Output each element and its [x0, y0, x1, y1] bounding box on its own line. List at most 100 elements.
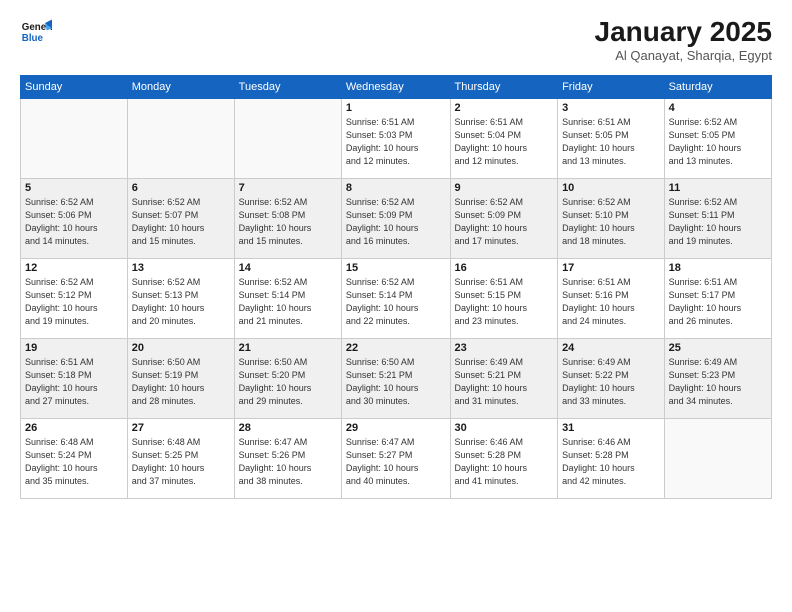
table-row: 19 Sunrise: 6:51 AM Sunset: 5:18 PM Dayli…: [21, 339, 128, 419]
day-number: 27: [132, 422, 230, 434]
day-info: Sunrise: 6:51 AM Sunset: 5:18 PM Dayligh…: [25, 356, 123, 408]
day-number: 2: [455, 102, 554, 114]
table-row: 2Sunrise: 6:51 AM Sunset: 5:04 PM Daylig…: [450, 99, 558, 179]
day-info: Sunrise: 6:52 AM Sunset: 5:05 PM Dayligh…: [669, 116, 767, 168]
day-info: Sunrise: 6:52 AM Sunset: 5:08 PM Dayligh…: [239, 196, 337, 248]
day-info: Sunrise: 6:52 AM Sunset: 5:14 PM Dayligh…: [346, 276, 446, 328]
day-number: 20: [132, 342, 230, 354]
logo-icon: General Blue: [20, 16, 52, 48]
day-number: 29: [346, 422, 446, 434]
day-info: Sunrise: 6:52 AM Sunset: 5:09 PM Dayligh…: [346, 196, 446, 248]
table-row: 30 Sunrise: 6:46 AM Sunset: 5:28 PM Dayli…: [450, 419, 558, 499]
day-info: Sunrise: 6:52 AM Sunset: 5:13 PM Dayligh…: [132, 276, 230, 328]
day-info: Sunrise: 6:47 AM Sunset: 5:26 PM Dayligh…: [239, 436, 337, 488]
table-row: 20 Sunrise: 6:50 AM Sunset: 5:19 PM Dayli…: [127, 339, 234, 419]
month-title: January 2025: [595, 16, 772, 48]
day-number: 1: [346, 102, 446, 114]
header-saturday: Saturday: [664, 76, 771, 99]
calendar: Sunday Monday Tuesday Wednesday Thursday…: [20, 75, 772, 499]
day-info: Sunrise: 6:51 AM Sunset: 5:16 PM Dayligh…: [562, 276, 660, 328]
calendar-week-row: 26 Sunrise: 6:48 AM Sunset: 5:24 PM Dayli…: [21, 419, 772, 499]
table-row: 16 Sunrise: 6:51 AM Sunset: 5:15 PM Dayli…: [450, 259, 558, 339]
svg-text:Blue: Blue: [22, 33, 44, 44]
day-info: Sunrise: 6:49 AM Sunset: 5:23 PM Dayligh…: [669, 356, 767, 408]
table-row: 29 Sunrise: 6:47 AM Sunset: 5:27 PM Dayli…: [341, 419, 450, 499]
day-info: Sunrise: 6:50 AM Sunset: 5:19 PM Dayligh…: [132, 356, 230, 408]
day-number: 11: [669, 182, 767, 194]
table-row: [127, 99, 234, 179]
day-info: Sunrise: 6:51 AM Sunset: 5:03 PM Dayligh…: [346, 116, 446, 168]
table-row: 18Sunrise: 6:51 AM Sunset: 5:17 PM Dayli…: [664, 259, 771, 339]
day-number: 13: [132, 262, 230, 274]
day-number: 12: [25, 262, 123, 274]
table-row: 17Sunrise: 6:51 AM Sunset: 5:16 PM Dayli…: [558, 259, 665, 339]
day-info: Sunrise: 6:52 AM Sunset: 5:11 PM Dayligh…: [669, 196, 767, 248]
table-row: 24Sunrise: 6:49 AM Sunset: 5:22 PM Dayli…: [558, 339, 665, 419]
day-info: Sunrise: 6:50 AM Sunset: 5:21 PM Dayligh…: [346, 356, 446, 408]
day-number: 22: [346, 342, 446, 354]
day-number: 28: [239, 422, 337, 434]
table-row: [21, 99, 128, 179]
table-row: 28 Sunrise: 6:47 AM Sunset: 5:26 PM Dayli…: [234, 419, 341, 499]
day-number: 30: [455, 422, 554, 434]
calendar-week-row: 12 Sunrise: 6:52 AM Sunset: 5:12 PM Dayli…: [21, 259, 772, 339]
day-info: Sunrise: 6:51 AM Sunset: 5:05 PM Dayligh…: [562, 116, 660, 168]
day-number: 18: [669, 262, 767, 274]
day-info: Sunrise: 6:47 AM Sunset: 5:27 PM Dayligh…: [346, 436, 446, 488]
day-info: Sunrise: 6:48 AM Sunset: 5:25 PM Dayligh…: [132, 436, 230, 488]
weekday-header-row: Sunday Monday Tuesday Wednesday Thursday…: [21, 76, 772, 99]
day-info: Sunrise: 6:46 AM Sunset: 5:28 PM Dayligh…: [562, 436, 660, 488]
table-row: [234, 99, 341, 179]
header-thursday: Thursday: [450, 76, 558, 99]
header-sunday: Sunday: [21, 76, 128, 99]
day-number: 3: [562, 102, 660, 114]
day-info: Sunrise: 6:51 AM Sunset: 5:15 PM Dayligh…: [455, 276, 554, 328]
table-row: 12 Sunrise: 6:52 AM Sunset: 5:12 PM Dayli…: [21, 259, 128, 339]
day-number: 7: [239, 182, 337, 194]
day-number: 15: [346, 262, 446, 274]
day-number: 9: [455, 182, 554, 194]
table-row: 13 Sunrise: 6:52 AM Sunset: 5:13 PM Dayli…: [127, 259, 234, 339]
calendar-week-row: 5Sunrise: 6:52 AM Sunset: 5:06 PM Daylig…: [21, 179, 772, 259]
day-number: 21: [239, 342, 337, 354]
day-info: Sunrise: 6:48 AM Sunset: 5:24 PM Dayligh…: [25, 436, 123, 488]
table-row: 15 Sunrise: 6:52 AM Sunset: 5:14 PM Dayli…: [341, 259, 450, 339]
day-number: 31: [562, 422, 660, 434]
table-row: 9 Sunrise: 6:52 AM Sunset: 5:09 PM Daylig…: [450, 179, 558, 259]
table-row: 6 Sunrise: 6:52 AM Sunset: 5:07 PM Daylig…: [127, 179, 234, 259]
day-info: Sunrise: 6:49 AM Sunset: 5:22 PM Dayligh…: [562, 356, 660, 408]
day-number: 4: [669, 102, 767, 114]
day-number: 19: [25, 342, 123, 354]
day-number: 23: [455, 342, 554, 354]
day-info: Sunrise: 6:52 AM Sunset: 5:10 PM Dayligh…: [562, 196, 660, 248]
table-row: 23 Sunrise: 6:49 AM Sunset: 5:21 PM Dayli…: [450, 339, 558, 419]
table-row: 25 Sunrise: 6:49 AM Sunset: 5:23 PM Dayli…: [664, 339, 771, 419]
day-number: 10: [562, 182, 660, 194]
day-info: Sunrise: 6:49 AM Sunset: 5:21 PM Dayligh…: [455, 356, 554, 408]
day-number: 26: [25, 422, 123, 434]
table-row: 7 Sunrise: 6:52 AM Sunset: 5:08 PM Daylig…: [234, 179, 341, 259]
subtitle: Al Qanayat, Sharqia, Egypt: [595, 48, 772, 63]
header-monday: Monday: [127, 76, 234, 99]
table-row: 8 Sunrise: 6:52 AM Sunset: 5:09 PM Daylig…: [341, 179, 450, 259]
day-info: Sunrise: 6:52 AM Sunset: 5:09 PM Dayligh…: [455, 196, 554, 248]
calendar-week-row: 1 Sunrise: 6:51 AM Sunset: 5:03 PM Daylig…: [21, 99, 772, 179]
day-info: Sunrise: 6:52 AM Sunset: 5:12 PM Dayligh…: [25, 276, 123, 328]
table-row: 10 Sunrise: 6:52 AM Sunset: 5:10 PM Dayli…: [558, 179, 665, 259]
header-wednesday: Wednesday: [341, 76, 450, 99]
day-number: 14: [239, 262, 337, 274]
calendar-week-row: 19 Sunrise: 6:51 AM Sunset: 5:18 PM Dayli…: [21, 339, 772, 419]
table-row: 4 Sunrise: 6:52 AM Sunset: 5:05 PM Daylig…: [664, 99, 771, 179]
table-row: 27 Sunrise: 6:48 AM Sunset: 5:25 PM Dayli…: [127, 419, 234, 499]
table-row: 1 Sunrise: 6:51 AM Sunset: 5:03 PM Daylig…: [341, 99, 450, 179]
title-block: January 2025 Al Qanayat, Sharqia, Egypt: [595, 16, 772, 63]
day-number: 6: [132, 182, 230, 194]
day-info: Sunrise: 6:52 AM Sunset: 5:07 PM Dayligh…: [132, 196, 230, 248]
logo: General Blue: [20, 16, 52, 48]
day-number: 16: [455, 262, 554, 274]
day-number: 25: [669, 342, 767, 354]
day-number: 8: [346, 182, 446, 194]
header-friday: Friday: [558, 76, 665, 99]
day-info: Sunrise: 6:46 AM Sunset: 5:28 PM Dayligh…: [455, 436, 554, 488]
table-row: 31 Sunrise: 6:46 AM Sunset: 5:28 PM Dayli…: [558, 419, 665, 499]
